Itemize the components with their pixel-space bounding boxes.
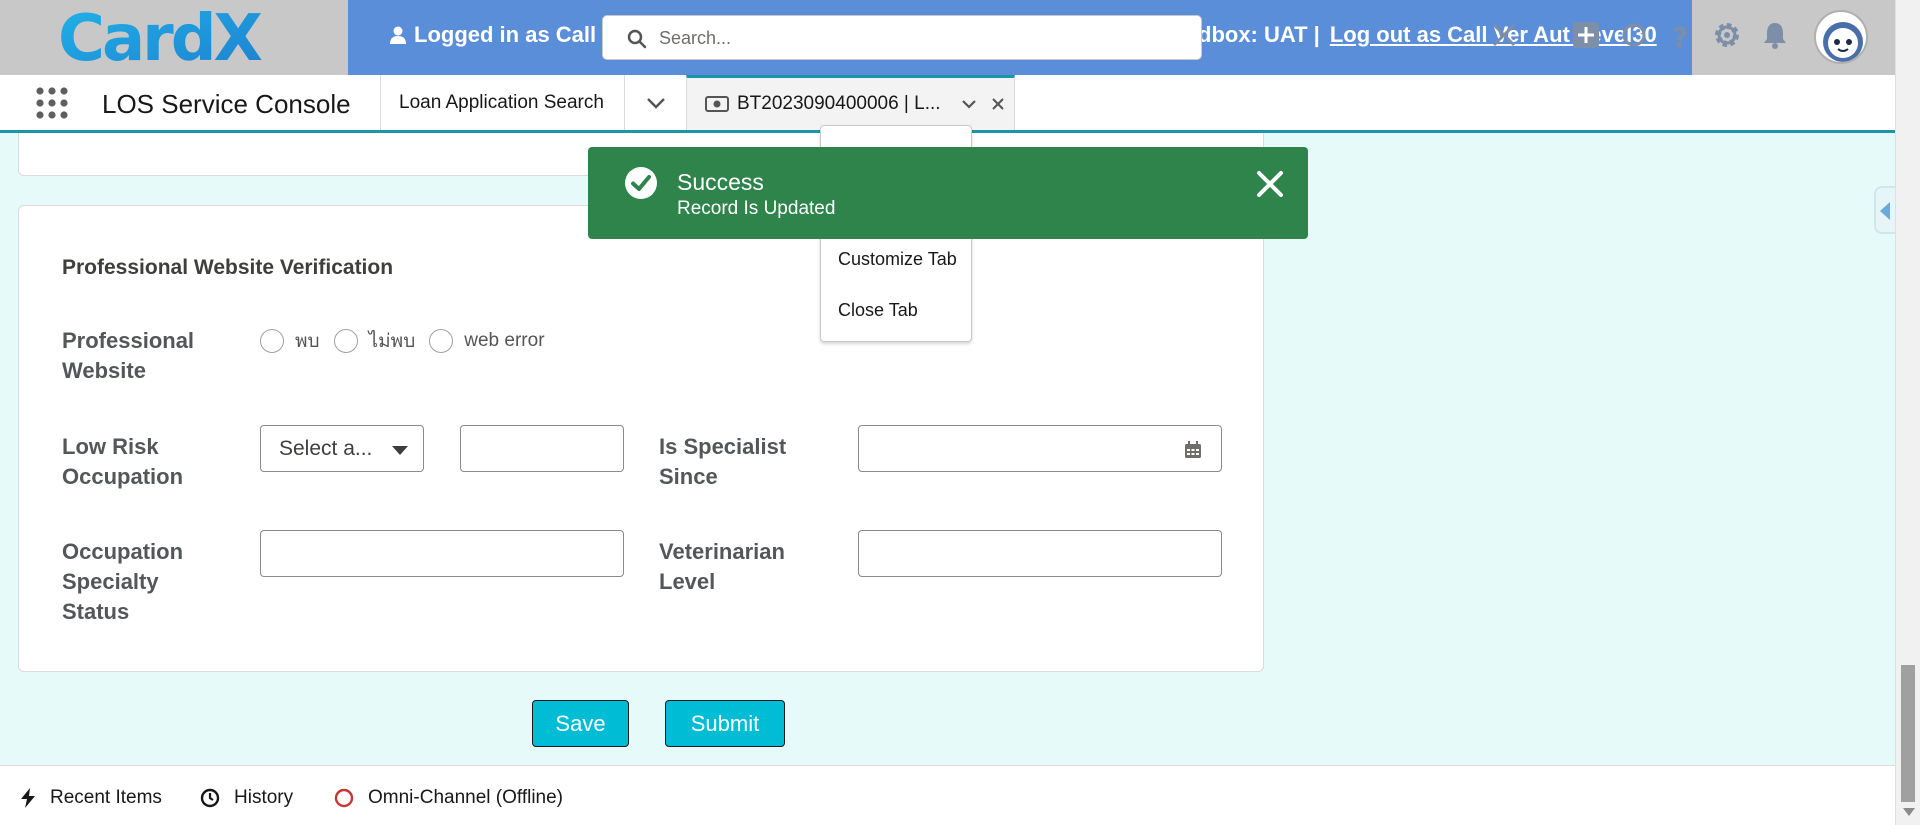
- professional-website-label: Professional Website: [62, 328, 195, 383]
- low-risk-occupation-input[interactable]: [460, 425, 624, 472]
- close-toast-icon[interactable]: [1256, 170, 1284, 198]
- money-icon: [705, 96, 729, 112]
- occupation-specialty-status-input[interactable]: [260, 530, 624, 577]
- search-icon: [627, 29, 647, 49]
- utility-bar: Recent Items History Omni-Channel (Offli…: [0, 765, 1895, 825]
- utility-item-history[interactable]: History: [200, 787, 293, 809]
- tab-label: Loan Application Search: [399, 91, 604, 113]
- trailhead-icon[interactable]: [1620, 21, 1648, 49]
- section-title: Professional Website Verification: [62, 256, 394, 279]
- tab-chevron-down-icon[interactable]: [961, 99, 977, 109]
- lightning-icon: [21, 788, 35, 808]
- logged-in-label: Logged in as Call: [390, 22, 596, 48]
- side-panel-toggle[interactable]: [1874, 186, 1895, 234]
- tab-bt2023090400006[interactable]: BT2023090400006 | L...: [686, 75, 1015, 130]
- astro-avatar-icon: [1823, 22, 1863, 62]
- radio-label-not-found: ไม่พบ: [368, 331, 416, 352]
- global-search[interactable]: [602, 15, 1202, 60]
- clock-icon: [200, 788, 220, 808]
- user-icon: [390, 26, 406, 44]
- dropdown-caret-icon: [392, 446, 408, 455]
- svg-text:?: ?: [1672, 21, 1688, 51]
- tab-loan-application-search[interactable]: Loan Application Search: [380, 75, 624, 130]
- success-toast: Success Record Is Updated: [588, 147, 1308, 239]
- menu-item-close-tab[interactable]: Close Tab: [838, 300, 918, 321]
- app-name: LOS Service Console: [102, 89, 351, 119]
- cardx-logo[interactable]: CardX: [58, 4, 292, 72]
- veterinarian-level-input[interactable]: [858, 530, 1222, 577]
- utility-label: History: [234, 787, 294, 808]
- utility-item-omni-channel[interactable]: Omni-Channel (Offline): [334, 787, 563, 809]
- tab-label: BT2023090400006 | L...: [737, 93, 941, 114]
- save-button[interactable]: Save: [532, 700, 629, 747]
- radio-not-found[interactable]: [333, 329, 358, 353]
- utility-item-recent-items[interactable]: Recent Items: [20, 787, 162, 809]
- notification-bell-icon[interactable]: [1760, 20, 1790, 50]
- veterinarian-level-label: Veterinarian Level: [659, 539, 785, 594]
- global-header: CardX Logged in as Call dbox: UAT | Log o…: [0, 0, 1895, 75]
- gear-icon[interactable]: [1712, 20, 1742, 50]
- success-check-icon: [625, 167, 657, 199]
- low-risk-occupation-select[interactable]: Select a...: [260, 425, 424, 472]
- utility-label: Recent Items: [50, 787, 162, 808]
- toast-title: Success: [677, 169, 764, 195]
- avatar[interactable]: [1814, 10, 1868, 64]
- chevron-down-icon: [646, 97, 665, 109]
- offline-status-icon: [334, 788, 354, 808]
- scroll-down-arrow-icon[interactable]: [1903, 808, 1915, 816]
- professional-website-verification-card: Professional Website Verification Profes…: [18, 205, 1264, 672]
- select-value: Select a...: [279, 437, 373, 460]
- search-input[interactable]: [659, 24, 1179, 52]
- radio-found[interactable]: [260, 329, 284, 353]
- is-specialist-since-label: Is Specialist Since: [659, 434, 787, 489]
- is-specialist-since-date-input[interactable]: [858, 425, 1222, 472]
- utility-label: Omni-Channel (Offline): [368, 787, 564, 808]
- page-scrollbar[interactable]: [1895, 0, 1920, 825]
- radio-label-web-error: web error: [464, 330, 545, 351]
- svg-text:CardX: CardX: [58, 4, 263, 72]
- calendar-icon[interactable]: [1184, 441, 1202, 459]
- professional-website-radio-group: พบ ไม่พบ web error: [260, 326, 559, 356]
- close-tab-icon[interactable]: [991, 97, 1005, 111]
- low-risk-occupation-label: Low Risk Occupation: [62, 434, 184, 489]
- help-icon[interactable]: ?: [1666, 21, 1694, 51]
- radio-label-found: พบ: [295, 331, 320, 352]
- radio-web-error[interactable]: [429, 329, 454, 353]
- nav-menu-dropdown[interactable]: [624, 75, 686, 130]
- toast-message: Record Is Updated: [677, 198, 836, 219]
- menu-item-customize-tab[interactable]: Customize Tab: [838, 249, 957, 270]
- sandbox-label: dbox: UAT |: [1198, 22, 1320, 47]
- chevron-left-icon: [1880, 202, 1890, 220]
- add-icon[interactable]: [1572, 21, 1600, 49]
- scrollbar-thumb[interactable]: [1901, 665, 1915, 802]
- submit-button[interactable]: Submit: [665, 700, 785, 747]
- occupation-specialty-status-label: Occupation Specialty Status: [62, 539, 184, 624]
- app-launcher-icon[interactable]: [36, 87, 68, 119]
- close-x-icon[interactable]: [1490, 21, 1518, 49]
